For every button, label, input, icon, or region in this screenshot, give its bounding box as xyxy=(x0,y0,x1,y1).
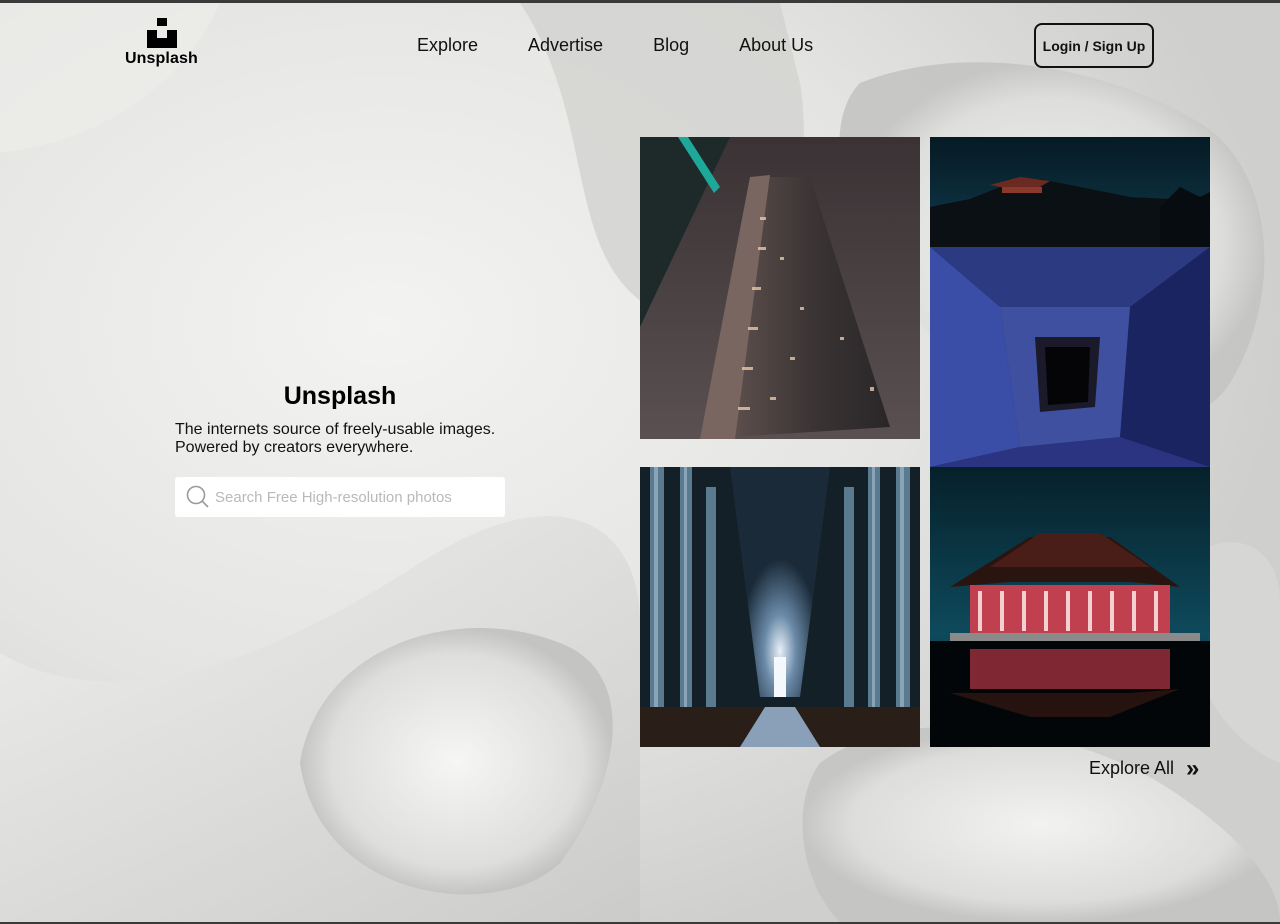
nav-item-about-us[interactable]: About Us xyxy=(739,34,813,56)
gallery-photo-palace-reflection[interactable] xyxy=(930,467,1210,747)
login-signup-button[interactable]: Login / Sign Up xyxy=(1034,23,1154,68)
nav-item-explore[interactable]: Explore xyxy=(417,34,478,56)
explore-all-link[interactable]: Explore All » xyxy=(1089,754,1200,782)
hero-tagline-line-1: The internets source of freely-usable im… xyxy=(175,421,496,438)
brand-logo[interactable]: Unsplash xyxy=(125,18,198,68)
search-box xyxy=(175,477,505,517)
main-nav: Explore Advertise Blog About Us xyxy=(417,34,863,56)
gallery-photo-abstract-tunnel[interactable] xyxy=(930,247,1210,467)
nav-item-advertise[interactable]: Advertise xyxy=(528,34,603,56)
brand-name: Unsplash xyxy=(125,50,198,67)
unsplash-logo-icon xyxy=(147,18,177,48)
search-icon[interactable] xyxy=(186,485,210,509)
gallery-photo-skyscraper[interactable] xyxy=(640,137,920,439)
hero-tagline: The internets source of freely-usable im… xyxy=(175,421,515,457)
search-input[interactable] xyxy=(215,477,495,517)
gallery-photo-cathedral[interactable] xyxy=(640,467,920,747)
double-chevron-right-icon: » xyxy=(1186,754,1200,782)
hero-title: Unsplash xyxy=(283,382,397,410)
hero-tagline-line-2: Powered by creators everywhere. xyxy=(175,439,414,456)
gallery-photo-palace-top[interactable] xyxy=(930,137,1210,247)
nav-item-blog[interactable]: Blog xyxy=(653,34,689,56)
explore-all-label: Explore All xyxy=(1089,758,1175,778)
